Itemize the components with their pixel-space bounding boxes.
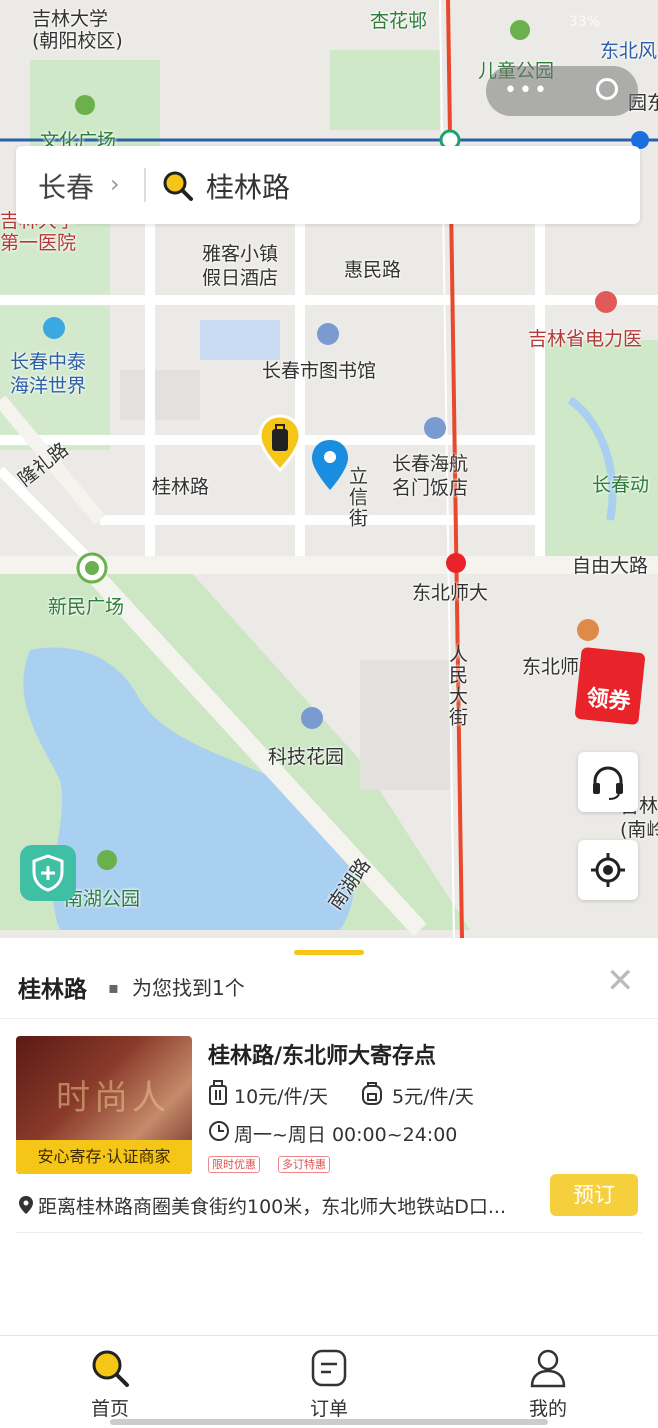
results-title: 桂林路: [18, 977, 87, 1003]
chevron-right-icon: ›: [110, 170, 120, 198]
tab-label: 首页: [90, 1398, 129, 1420]
promo-tag: 多订特惠: [278, 1156, 330, 1173]
map-label: 长春动: [592, 474, 650, 496]
store-name: 桂林路/东北师大寄存点: [208, 1044, 437, 1069]
battery-indicator: 33%: [568, 14, 600, 30]
coupon-label: 领券: [585, 685, 632, 716]
more-icon[interactable]: •••: [504, 78, 549, 103]
tab-orders[interactable]: 订单: [269, 1336, 389, 1428]
store-address: 距离桂林路商圈美食街约100米，东北师大地铁站D口...: [18, 1192, 506, 1220]
city-selector[interactable]: 长春: [38, 166, 94, 206]
map-label: 吉林大学 (朝阳校区): [32, 8, 123, 52]
certified-badge: 安心寄存·认证商家: [16, 1140, 192, 1174]
map-label: 吉林省电力医: [528, 328, 643, 350]
search-bar[interactable]: 长春 › 桂林路: [16, 146, 640, 224]
user-icon: [528, 1348, 568, 1392]
backpack-icon: [360, 1080, 384, 1110]
store-thumbnail: 时尚人 安心寄存·认证商家: [16, 1036, 192, 1174]
map-label: 杏花邨: [370, 10, 428, 32]
tab-profile[interactable]: 我的: [488, 1336, 608, 1428]
thumbnail-text: 时尚人: [56, 1078, 170, 1118]
search-input[interactable]: 桂林路: [206, 166, 290, 206]
clock-icon: [208, 1120, 230, 1146]
divider: [16, 1232, 642, 1233]
close-miniapp-icon[interactable]: [596, 78, 618, 100]
promo-tag: 限时优惠: [208, 1156, 260, 1173]
opening-hours: 周一~周日 00:00~24:00: [234, 1124, 458, 1146]
coupon-button[interactable]: 领券: [574, 646, 646, 726]
headset-icon: [593, 766, 623, 800]
safety-shield-button[interactable]: [20, 845, 76, 901]
tab-label: 订单: [309, 1398, 348, 1420]
customer-service-button[interactable]: [578, 752, 638, 812]
search-icon: [162, 170, 194, 206]
luggage-icon: [208, 1080, 228, 1110]
map-label: 东北师大: [412, 582, 489, 604]
shield-icon: [32, 854, 64, 892]
order-icon: [309, 1348, 349, 1392]
sheet-handle[interactable]: [294, 950, 364, 955]
price-large: 10元/件/天: [234, 1086, 328, 1108]
home-indicator: [110, 1419, 548, 1425]
tab-label: 我的: [528, 1398, 567, 1420]
book-button[interactable]: 预订: [550, 1174, 638, 1216]
close-icon[interactable]: ✕: [606, 964, 635, 998]
divider: [144, 168, 146, 202]
map-label: 惠民路: [344, 259, 402, 281]
divider: [0, 1018, 658, 1019]
map-label: 长春中泰 海洋世界: [10, 351, 87, 397]
map-label: 雅客小镇 假日酒店: [202, 243, 279, 289]
map-label: 桂林路: [152, 476, 210, 498]
locate-button[interactable]: [578, 840, 638, 900]
map-label: 新民广场: [48, 596, 125, 618]
results-sheet: 桂林路 ▪ 为您找到1个 ✕ 时尚人 安心寄存·认证商家 桂林路/东北师大寄存点…: [0, 938, 658, 1338]
tab-home[interactable]: 首页: [50, 1336, 170, 1428]
location-icon: [18, 1195, 34, 1220]
map-label: 自由大路: [572, 555, 649, 577]
map-view[interactable]: 吉林大学 (朝阳校区) 杏花邨 儿童公园 东北风 园东 文化广场 吉林大学 第一…: [0, 0, 658, 940]
map-label: 长春市图书馆: [262, 360, 377, 382]
map-label: 长春海航 名门饭店: [392, 453, 469, 499]
map-label: 东北风: [600, 40, 658, 62]
map-label: 科技花园: [268, 746, 345, 768]
search-icon: [90, 1348, 130, 1392]
price-small: 5元/件/天: [392, 1086, 474, 1108]
map-label: 人民大街: [446, 644, 468, 728]
miniapp-capsule[interactable]: •••: [486, 66, 638, 116]
address-text: 距离桂林路商圈美食街约100米，东北师大地铁站D口...: [38, 1196, 507, 1218]
tab-bar: 首页 订单 我的: [0, 1335, 658, 1428]
separator-dot: ▪: [108, 978, 119, 997]
locate-icon: [591, 853, 625, 887]
results-count: 为您找到1个: [132, 976, 245, 1000]
